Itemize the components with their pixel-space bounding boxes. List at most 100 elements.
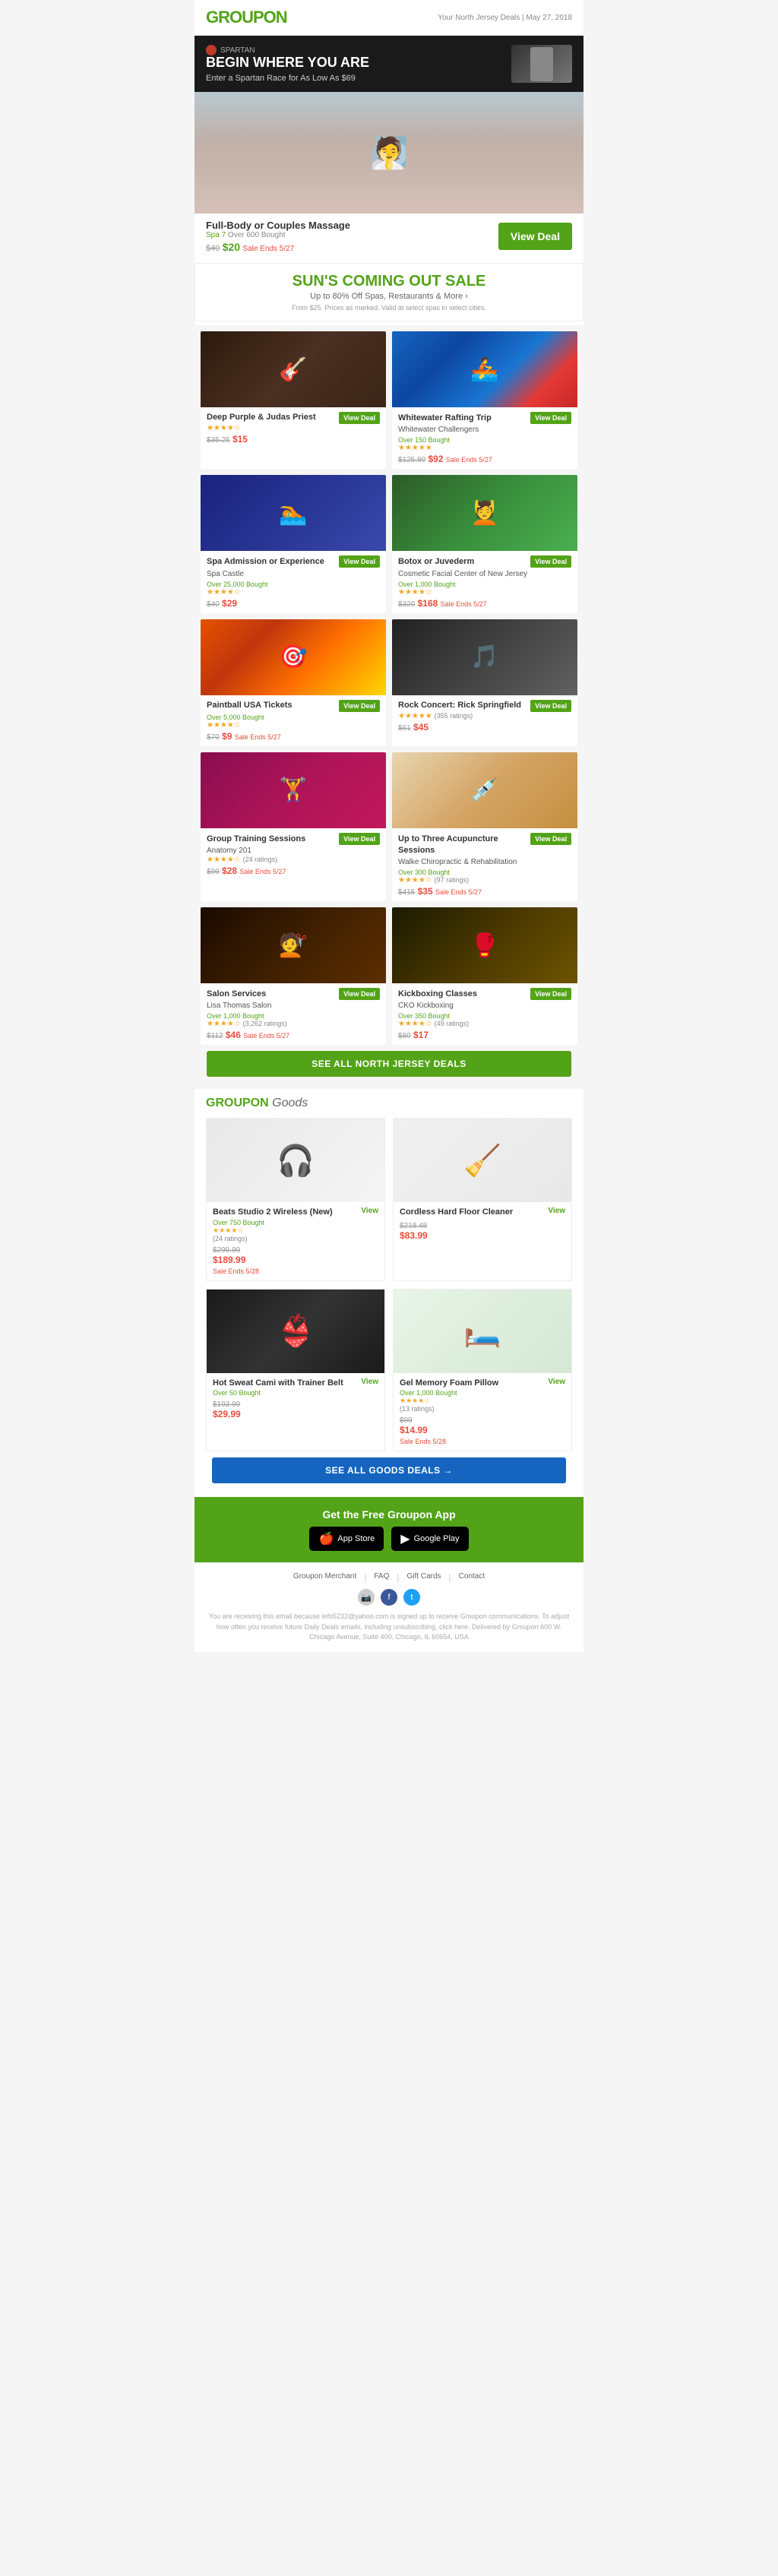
deal-cta-6[interactable]: View Deal [339,833,380,845]
goods-image-2: 👙 [207,1290,384,1373]
deal-cta-7[interactable]: View Deal [530,833,571,845]
app-section: Get the Free Groupon App 🍎 App Store ▶ G… [194,1497,584,1562]
deal-cta-9[interactable]: View Deal [530,988,571,1000]
deal-price-old-5: $61 [398,724,411,733]
deal-title-6: Group Training Sessions [207,834,305,843]
deal-sale-7: Sale Ends 5/27 [435,888,482,896]
deal-title-group-8: Salon Services Lisa Thomas Salon [207,988,271,1011]
footer-link-gift-cards[interactable]: Gift Cards [407,1572,441,1583]
goods-stars-3: ★★★★☆ [400,1397,565,1405]
goods-cta-1[interactable]: View [548,1207,565,1215]
footer-link-faq[interactable]: FAQ [374,1572,389,1583]
hero-price-new: $20 [223,241,240,253]
deal-title-row-2: Spa Admission or Experience Spa Castle V… [207,555,380,578]
deal-title-row-4: Paintball USA Tickets View Deal [207,700,380,712]
deal-price-5: $61 $45 [398,722,571,733]
deal-price-4: $70 $9 Sale Ends 5/27 [207,731,380,742]
hero-deal: Full-Body or Couples Massage Spa 7 Over … [194,214,584,259]
footer-link-contact[interactable]: Contact [459,1572,485,1583]
deal-stars-5: ★★★★★ (355 ratings) [398,712,571,720]
goods-cta-2[interactable]: View [361,1378,378,1386]
goods-info-3: Gel Memory Foam Pillow View Over 1,000 B… [394,1373,571,1451]
deal-bought-1: Over 150 Bought [398,436,571,444]
spartan-image [511,45,572,83]
goods-grid: 🎧 Beats Studio 2 Wireless (New) View Ove… [206,1118,572,1451]
goods-cta-0[interactable]: View [361,1207,378,1215]
see-all-goods-button[interactable]: SEE ALL GOODS DEALS → [212,1457,566,1483]
deal-ratings-5: (355 ratings) [435,712,473,720]
deal-price-3: $320 $168 Sale Ends 5/27 [398,598,571,609]
spartan-banner[interactable]: SPARTAN BEGIN WHERE YOU ARE Enter a Spar… [194,36,584,92]
facebook-icon[interactable]: f [381,1589,397,1606]
deal-price-old-7: $415 [398,888,415,897]
deal-cta-0[interactable]: View Deal [339,412,380,424]
sale-fine-print: From $25. Prices as marked. Valid at sel… [207,304,571,312]
deal-title-row-9: Kickboxing Classes CKO Kickboxing View D… [398,988,571,1011]
footer-link-merchant[interactable]: Groupon Merchant [293,1572,356,1583]
goods-logo: GROUPON Goods [206,1097,572,1110]
spartan-runner-shape [530,47,553,81]
hero-view-deal-button[interactable]: View Deal [498,223,572,250]
deal-cta-3[interactable]: View Deal [530,555,571,568]
goods-price-new-0: $189.99 [213,1255,245,1265]
deal-card-8: 💇 Salon Services Lisa Thomas Salon View … [201,907,386,1045]
sale-banner[interactable]: SUN'S COMING OUT SALE Up to 80% Off Spas… [194,263,584,321]
deal-info-3: Botox or Juvederm Cosmetic Facial Center… [392,551,577,612]
goods-cta-3[interactable]: View [548,1378,565,1386]
goods-title-row-2: Hot Sweat Cami with Trainer Belt View [213,1378,378,1388]
app-store-button[interactable]: 🍎 App Store [309,1527,384,1551]
footer-links: Groupon Merchant | FAQ | Gift Cards | Co… [206,1572,572,1583]
deal-ratings-8: (3,262 ratings) [243,1020,287,1027]
app-buttons: 🍎 App Store ▶ Google Play [206,1527,572,1551]
deal-title-row-1: Whitewater Rafting Trip Whitewater Chall… [398,412,571,435]
spartan-icon [206,45,217,55]
deal-cta-2[interactable]: View Deal [339,555,380,568]
deal-stars-0: ★★★★☆ [207,424,380,432]
deal-price-8: $112 $46 Sale Ends 5/27 [207,1030,380,1040]
deals-section: 🎸 Deep Purple & Judas Priest View Deal ★… [194,325,584,1089]
instagram-icon[interactable]: 📷 [358,1589,375,1606]
deal-cta-5[interactable]: View Deal [530,700,571,712]
deal-price-new-2: $29 [222,598,237,609]
deal-title-group-1: Whitewater Rafting Trip Whitewater Chall… [398,412,492,435]
deal-title-4: Paintball USA Tickets [207,700,339,710]
deal-info-2: Spa Admission or Experience Spa Castle V… [201,551,386,612]
deal-stars-7: ★★★★☆ (97 ratings) [398,876,571,885]
footer-fine-print: You are receiving this email because lef… [206,1612,572,1643]
deal-info-5: Rock Concert: Rick Springfield View Deal… [392,695,577,737]
deal-sale-8: Sale Ends 5/27 [243,1032,289,1040]
spartan-headline: BEGIN WHERE YOU ARE [206,55,369,71]
google-play-button[interactable]: ▶ Google Play [391,1527,468,1551]
deal-bought-4: Over 5,000 Bought [207,714,380,721]
see-all-deals-button[interactable]: SEE ALL NORTH JERSEY DEALS [207,1051,571,1077]
deal-sale-4: Sale Ends 5/27 [235,733,281,741]
hero-deal-info: Full-Body or Couples Massage Spa 7 Over … [206,220,350,253]
deal-title-row-0: Deep Purple & Judas Priest View Deal [207,412,380,424]
goods-price-old-3: $99 [400,1416,413,1425]
deal-info-0: Deep Purple & Judas Priest View Deal ★★★… [201,407,386,449]
deal-ratings-9: (49 ratings) [435,1020,470,1027]
deal-card-5: 🎵 Rock Concert: Rick Springfield View De… [392,619,577,746]
deal-cta-8[interactable]: View Deal [339,988,380,1000]
deal-image-7: 💉 [392,752,577,828]
deal-title-0: Deep Purple & Judas Priest [207,412,339,422]
twitter-icon[interactable]: t [403,1589,420,1606]
deal-stars-6: ★★★★☆ (24 ratings) [207,856,380,864]
deal-card-9: 🥊 Kickboxing Classes CKO Kickboxing View… [392,907,577,1045]
deal-cta-1[interactable]: View Deal [530,412,571,424]
spartan-brand: SPARTAN [206,45,369,55]
apple-icon: 🍎 [318,1531,334,1546]
goods-sale-3: Sale Ends 5/28 [400,1438,446,1445]
deal-stars-1: ★★★★★ [398,444,571,452]
hero-price-row: $40 $20 Sale Ends 5/27 [206,241,350,253]
goods-info-0: Beats Studio 2 Wireless (New) View Over … [207,1202,384,1280]
deal-card-1: 🚣 Whitewater Rafting Trip Whitewater Cha… [392,331,577,469]
deal-card-6: 🏋️ Group Training Sessions Anatomy 201 V… [201,752,386,902]
deal-subtitle-8: Lisa Thomas Salon [207,1002,271,1010]
groupon-logo: GROUPON [206,8,287,27]
deal-price-9: $80 $17 [398,1030,571,1040]
goods-price-new-3: $14.99 [400,1425,428,1435]
spartan-subtext: Enter a Spartan Race for As Low As $69 [206,74,369,83]
deal-cta-4[interactable]: View Deal [339,700,380,712]
hero-section: 🧖 Full-Body or Couples Massage Spa 7 Ove… [194,92,584,259]
